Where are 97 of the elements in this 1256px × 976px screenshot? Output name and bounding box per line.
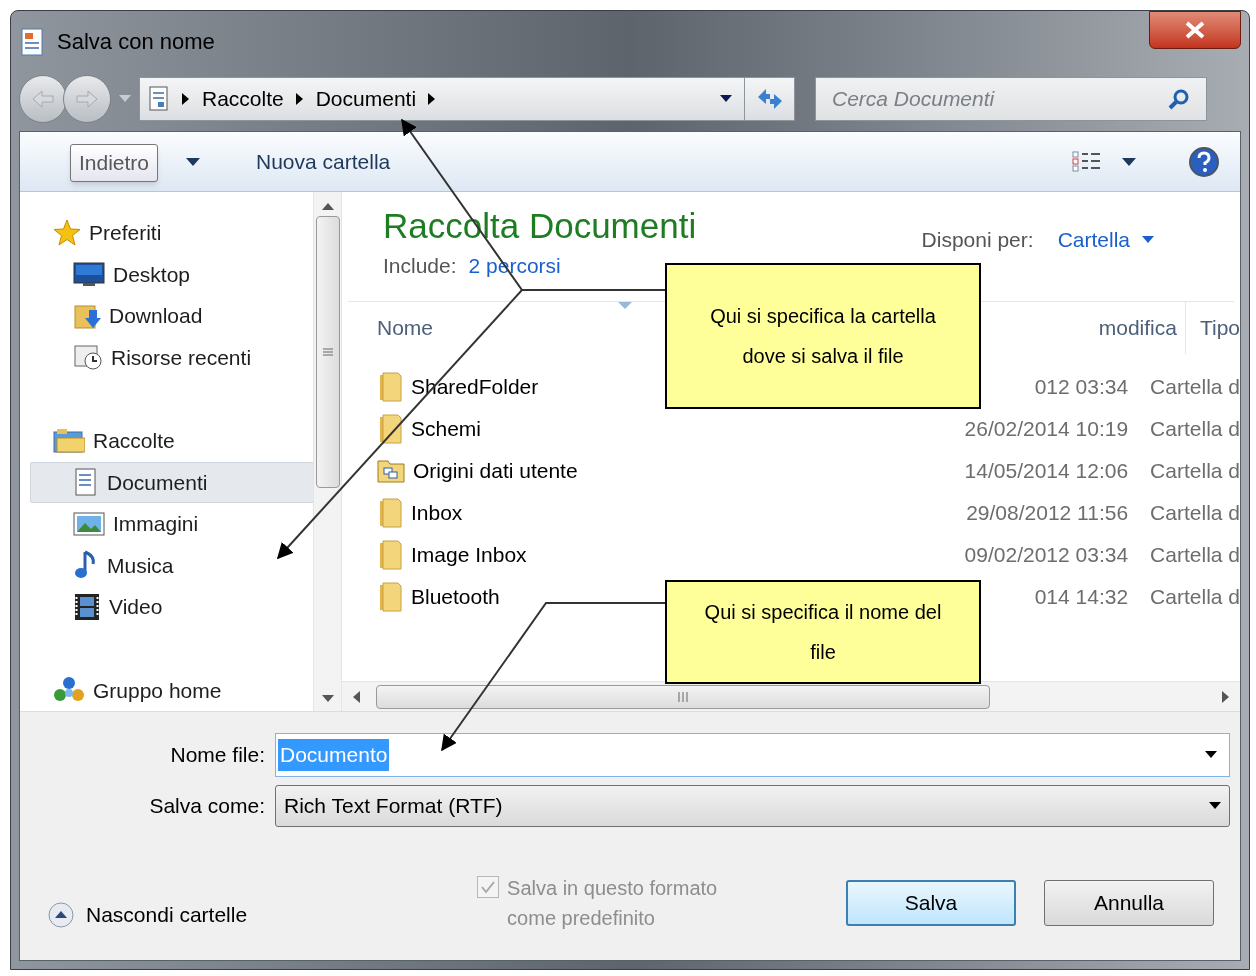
filename-label: Nome file: xyxy=(169,742,266,769)
checkbox-label: Salva in questo formato come predefinito xyxy=(507,876,719,931)
dropdown-caret-icon xyxy=(720,95,732,103)
forward-arrow-icon xyxy=(75,89,99,109)
sidebar-item[interactable]: Desktop xyxy=(30,253,313,295)
folder-icon xyxy=(377,498,403,528)
arrange-label: Disponi per: xyxy=(921,227,1034,254)
search-icon xyxy=(1168,88,1190,110)
dialog-button[interactable]: Salva xyxy=(846,880,1016,926)
sidebar-item[interactable]: Download xyxy=(30,295,313,337)
new-folder-button[interactable]: Nuova cartella xyxy=(252,141,395,182)
sidebar-item[interactable]: Musica xyxy=(30,544,313,586)
film-strip-icon xyxy=(73,592,101,621)
monitor-icon xyxy=(73,261,105,288)
type-cell: Cartella d xyxy=(1150,585,1240,609)
clock-window-icon xyxy=(73,343,103,372)
scroll-up-icon xyxy=(321,202,334,210)
date-cell: 012 03:34 xyxy=(1034,375,1129,399)
breadcrumb-arrow-icon xyxy=(295,93,304,105)
history-caret-icon xyxy=(119,95,131,103)
breadcrumb-arrow-icon xyxy=(428,93,437,105)
folder-icon xyxy=(377,372,403,402)
date-cell: 014 14:32 xyxy=(1034,585,1129,609)
picture-frame-icon xyxy=(73,510,105,537)
dropdown-caret-icon xyxy=(1209,802,1221,810)
breadcrumb-arrow-icon xyxy=(182,93,190,105)
window-title: Salva con nome xyxy=(57,28,215,56)
arrange-dropdown[interactable]: Cartella xyxy=(1057,224,1154,256)
grip-icon xyxy=(678,691,688,702)
sidebar-item[interactable]: Immagini xyxy=(30,503,313,545)
document-icon xyxy=(19,27,45,56)
vertical-scrollbar[interactable] xyxy=(313,192,341,711)
back-button[interactable] xyxy=(19,75,67,123)
scrollbar-thumb[interactable] xyxy=(315,216,340,488)
type-cell: Cartella d xyxy=(1150,543,1240,567)
close-icon xyxy=(1184,21,1206,39)
file-name[interactable]: Schemi xyxy=(411,413,482,445)
callout-note: Qui si specifica la cartella dove si salva il file xyxy=(665,263,981,409)
library-folder-icon xyxy=(53,427,85,454)
dropdown-caret-icon xyxy=(1205,751,1217,759)
sidebar-item[interactable]: Gruppo home xyxy=(30,669,313,711)
sidebar-item[interactable]: Preferiti xyxy=(30,212,313,254)
date-cell: 14/05/2014 12:06 xyxy=(964,459,1129,483)
help-icon xyxy=(1188,145,1220,178)
file-name[interactable]: Origini dati utente xyxy=(413,455,578,487)
star-icon xyxy=(53,218,81,247)
document-icon xyxy=(73,468,99,497)
scroll-left-icon xyxy=(352,690,360,703)
date-cell: 09/02/2012 03:34 xyxy=(964,543,1129,567)
type-cell: Cartella d xyxy=(1150,417,1240,441)
folder-icon xyxy=(377,414,403,444)
folder-icon xyxy=(377,582,403,612)
file-name[interactable]: Bluetooth xyxy=(411,581,500,613)
type-cell: Cartella d xyxy=(1150,459,1240,483)
back-arrow-icon xyxy=(31,89,55,109)
breadcrumb-item[interactable]: Raccolte xyxy=(202,83,284,115)
column-header[interactable]: Tipo xyxy=(1199,312,1240,344)
date-cell: 29/08/2012 11:56 xyxy=(966,501,1129,525)
save-as-type-label: Salva come: xyxy=(148,793,266,820)
sort-caret-icon xyxy=(618,302,632,310)
search-placeholder: Cerca Documenti xyxy=(832,86,995,113)
file-name[interactable]: Image Inbox xyxy=(411,539,527,571)
file-name[interactable]: Inbox xyxy=(411,497,463,529)
type-cell: Cartella d xyxy=(1150,501,1240,525)
tooltip: Indietro xyxy=(70,144,159,182)
close-button[interactable] xyxy=(1149,11,1241,49)
type-cell: Cartella d xyxy=(1150,375,1240,399)
folder-icon xyxy=(377,540,403,570)
hide-folders-button[interactable]: Nascondi cartelle xyxy=(48,899,248,931)
dropdown-caret-icon xyxy=(1142,236,1154,244)
include-label: Include: xyxy=(383,252,457,279)
scroll-right-icon xyxy=(1222,690,1230,703)
sidebar-item[interactable]: Raccolte xyxy=(30,420,313,462)
sidebar-item[interactable]: Documenti xyxy=(30,461,313,503)
folder-icon xyxy=(377,458,405,484)
document-icon xyxy=(148,86,170,112)
save-as-type-dropdown[interactable]: Rich Text Format (RTF) xyxy=(275,785,1230,827)
view-list-icon xyxy=(1072,150,1102,173)
dropdown-caret-icon xyxy=(1122,157,1136,166)
collapse-up-icon xyxy=(48,902,74,928)
column-header[interactable]: Nome xyxy=(377,316,434,340)
checkmark-icon xyxy=(480,880,497,894)
dropdown-caret-icon xyxy=(186,157,200,166)
dialog-button[interactable]: Annulla xyxy=(1044,880,1214,926)
scroll-down-icon xyxy=(321,695,334,703)
forward-button[interactable] xyxy=(63,75,111,123)
horizontal-scrollbar[interactable] xyxy=(342,681,1240,711)
filename-value: Documento xyxy=(278,739,390,771)
date-cell: 26/02/2014 10:19 xyxy=(964,417,1129,441)
scrollbar-thumb[interactable] xyxy=(376,684,990,709)
column-header[interactable]: modifica xyxy=(1098,316,1177,340)
breadcrumb-item[interactable]: Documenti xyxy=(315,83,417,115)
grip-icon xyxy=(322,348,333,356)
callout-note: Qui si specifica il nome del file xyxy=(665,580,981,684)
sidebar-item[interactable]: Risorse recenti xyxy=(30,336,313,378)
sidebar-item[interactable]: Video xyxy=(30,586,313,628)
address-bar[interactable]: Raccolte Documenti xyxy=(139,77,795,121)
